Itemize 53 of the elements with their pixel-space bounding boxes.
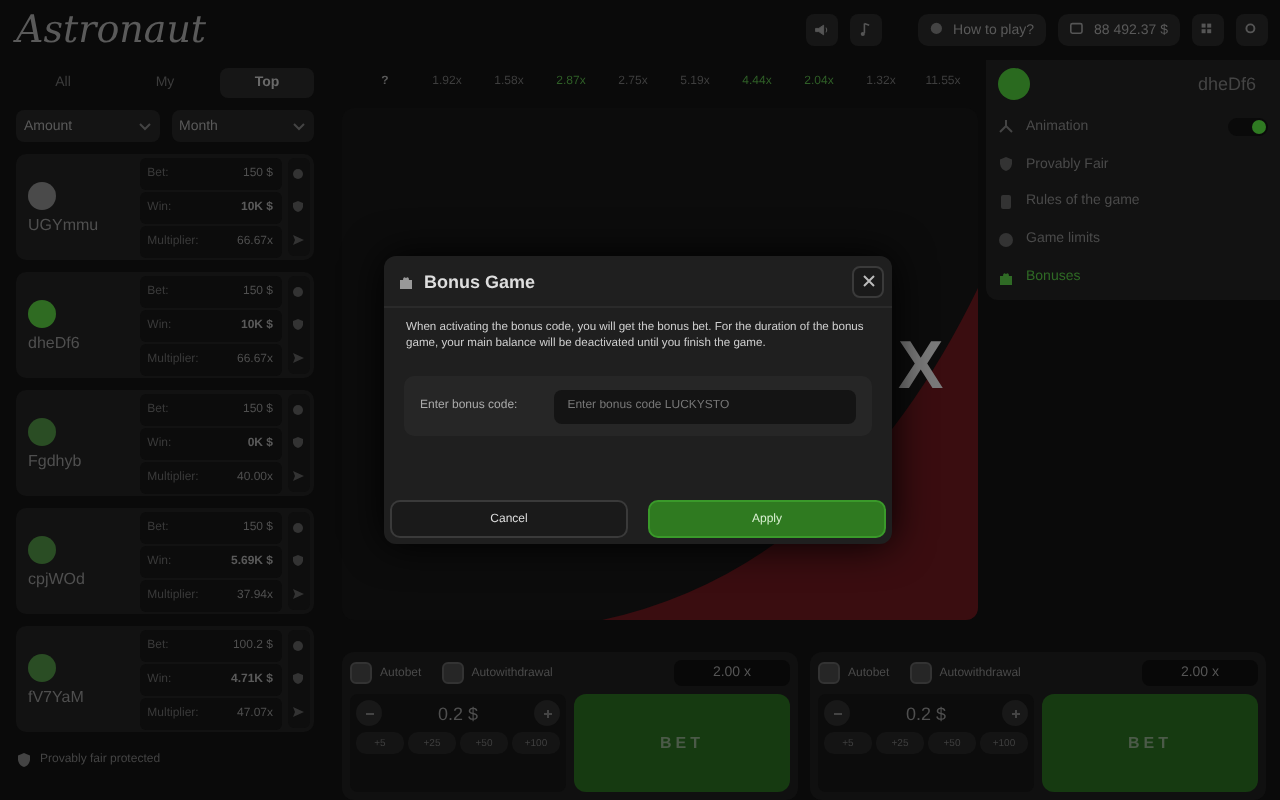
circle-icon[interactable]	[292, 522, 305, 535]
send-icon[interactable]	[292, 469, 305, 482]
music-button[interactable]	[849, 14, 882, 46]
circle-icon[interactable]	[292, 404, 305, 417]
player-name: UGYmmu	[28, 215, 99, 233]
settings-button[interactable]	[1236, 14, 1268, 46]
app-logo: Astronaut	[16, 8, 207, 52]
shield-check-icon	[16, 752, 32, 768]
increase-button[interactable]	[1002, 700, 1028, 726]
decrease-button[interactable]	[356, 700, 382, 726]
circle-icon[interactable]	[292, 168, 305, 181]
plus-icon	[541, 707, 553, 719]
circle-icon[interactable]	[292, 640, 305, 653]
player-name: cpjWOd	[28, 569, 85, 587]
player-name: fV7YaM	[28, 687, 84, 705]
decrease-button[interactable]	[824, 700, 850, 726]
close-icon	[861, 274, 875, 288]
plus-icon	[1009, 707, 1021, 719]
shield-icon[interactable]	[292, 672, 305, 685]
checkbox[interactable]	[818, 662, 840, 684]
increase-button[interactable]	[534, 700, 560, 726]
shield-icon[interactable]	[292, 436, 305, 449]
chevron-down-icon	[292, 120, 306, 132]
sound-button[interactable]	[805, 14, 838, 46]
checkbox[interactable]	[909, 662, 932, 684]
checkbox[interactable]	[350, 662, 372, 684]
bet-amount[interactable]: 0.2 $	[437, 703, 479, 723]
close-button[interactable]	[852, 265, 884, 297]
shield-icon[interactable]	[292, 554, 305, 567]
send-icon[interactable]	[292, 233, 305, 246]
shield-icon[interactable]	[292, 200, 305, 213]
send-icon[interactable]	[292, 351, 305, 364]
minus-icon	[363, 707, 375, 719]
grid-icon	[1200, 22, 1216, 38]
user-avatar	[998, 67, 1030, 100]
player-name: dheDf6	[28, 333, 80, 351]
send-icon[interactable]	[292, 705, 305, 718]
music-note-icon	[857, 22, 874, 38]
send-icon[interactable]	[292, 587, 305, 600]
checkbox[interactable]	[441, 662, 464, 684]
animation-toggle[interactable]	[1228, 117, 1268, 136]
minus-icon	[831, 707, 843, 719]
circle-icon[interactable]	[292, 286, 305, 299]
shield-icon[interactable]	[292, 318, 305, 331]
shield-icon	[998, 156, 1014, 173]
grid-button[interactable]	[1192, 14, 1224, 46]
chevron-down-icon	[137, 120, 151, 132]
dialog-title: Bonus Game	[424, 271, 538, 291]
speaker-icon	[813, 22, 830, 38]
player-name: Fgdhyb	[28, 451, 82, 469]
circle-icon	[998, 231, 1014, 248]
bet-amount[interactable]: 0.2 $	[905, 703, 947, 723]
current-multiplier: X	[898, 328, 944, 406]
